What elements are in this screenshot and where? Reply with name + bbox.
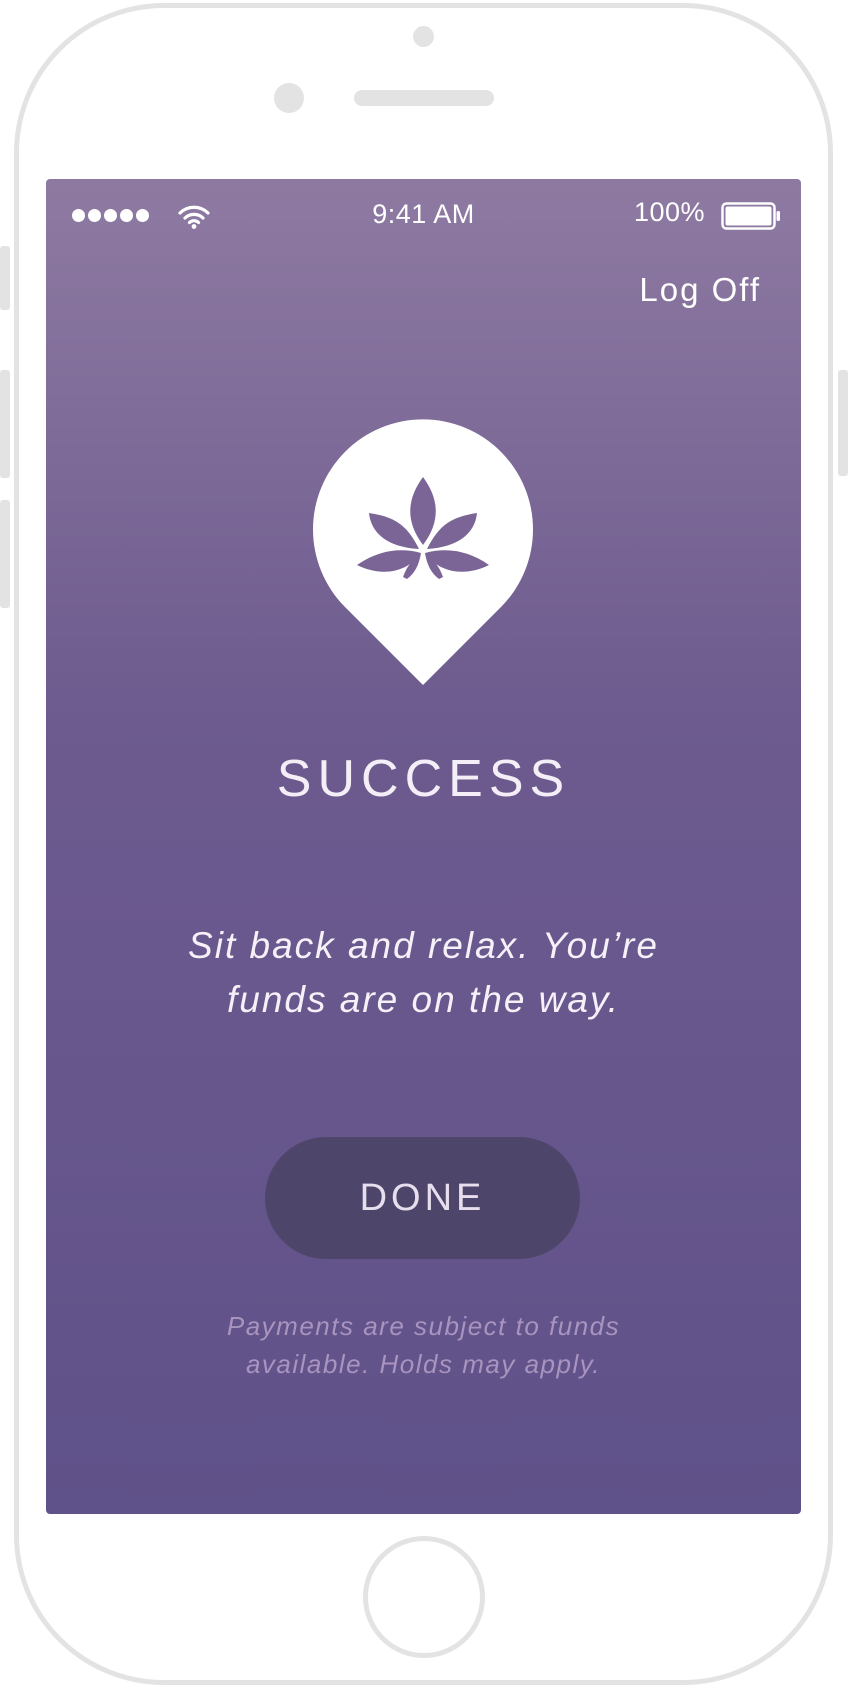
mute-switch <box>0 246 10 310</box>
status-bar: 9:41 AM 100% <box>46 179 801 251</box>
log-off-link[interactable]: Log Off <box>639 271 761 309</box>
volume-up-button <box>0 370 10 478</box>
proximity-sensor <box>274 83 304 113</box>
disclaimer-text: Payments are subject to funds available.… <box>46 1307 801 1383</box>
power-button <box>838 370 848 476</box>
volume-down-button <box>0 500 10 608</box>
earpiece-speaker <box>354 90 494 106</box>
success-message: Sit back and relax. You’re funds are on … <box>46 919 801 1027</box>
battery-percent: 100% <box>633 197 705 227</box>
disclaimer-line: Payments are subject to funds <box>226 1311 621 1341</box>
app-screen: 9:41 AM 100% Log Off SUCCESS Sit back an… <box>46 179 801 1514</box>
battery-icon <box>721 202 780 230</box>
done-button[interactable]: DONE <box>265 1137 580 1259</box>
success-message-line: funds are on the way. <box>226 979 621 1020</box>
success-title: SUCCESS <box>276 750 571 808</box>
success-message-line: Sit back and relax. You’re <box>188 925 659 966</box>
home-button[interactable] <box>363 1536 485 1658</box>
leaf-pin-icon <box>313 419 533 685</box>
front-camera <box>413 26 434 47</box>
disclaimer-line: available. Holds may apply. <box>245 1349 602 1379</box>
